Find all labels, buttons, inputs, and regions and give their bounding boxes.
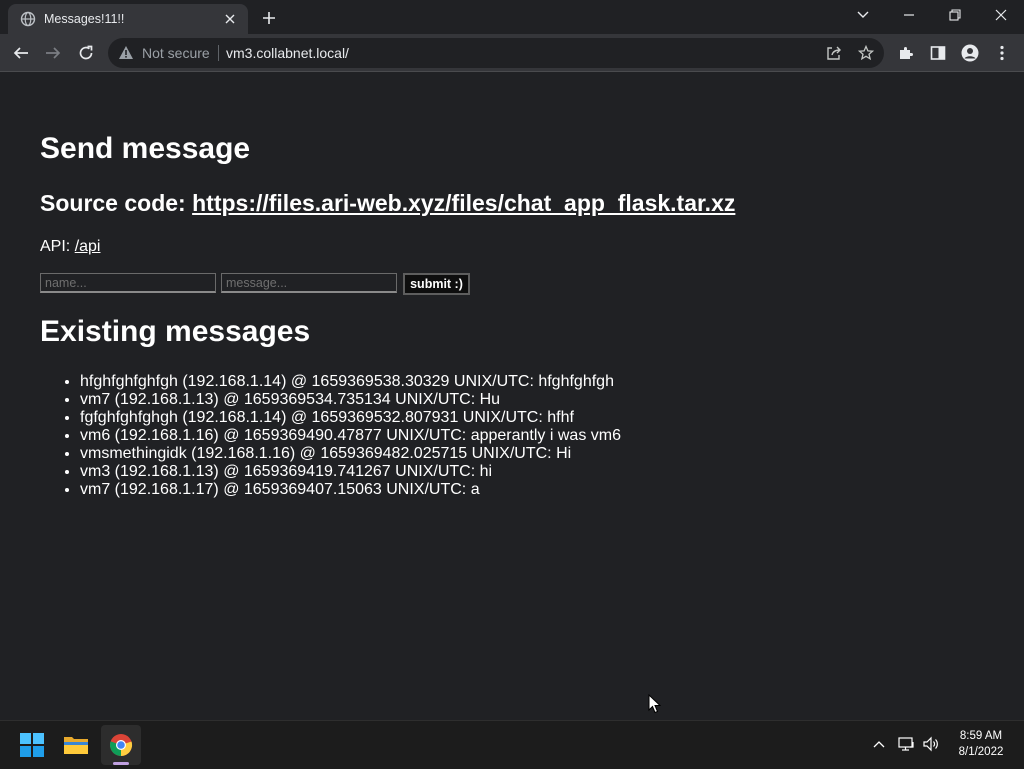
not-secure-label[interactable]: Not secure	[142, 45, 210, 61]
message-list: hfghfghfghfgh (192.168.1.14) @ 165936953…	[40, 373, 621, 499]
message-item: vm7 (192.168.1.17) @ 1659369407.15063 UN…	[80, 481, 621, 499]
clock-time: 8:59 AM	[959, 730, 1003, 742]
volume-icon[interactable]	[920, 733, 942, 755]
close-window-icon[interactable]	[978, 0, 1024, 30]
reload-icon[interactable]	[73, 40, 99, 66]
api-label: API:	[40, 238, 75, 255]
back-arrow-icon[interactable]	[8, 40, 34, 66]
close-tab-icon[interactable]	[222, 11, 238, 27]
side-panel-icon[interactable]	[925, 40, 951, 66]
source-code-heading: Source code: https://files.ari-web.xyz/f…	[40, 190, 735, 217]
message-input[interactable]	[221, 273, 397, 293]
bookmark-star-icon[interactable]	[856, 43, 876, 63]
address-bar[interactable]: Not secure vm3.collabnet.local/	[108, 38, 884, 68]
minimize-icon[interactable]	[886, 0, 932, 30]
message-item: vm3 (192.168.1.13) @ 1659369419.741267 U…	[80, 463, 621, 481]
menu-dots-icon[interactable]	[989, 40, 1015, 66]
tab-search-chevron-icon[interactable]	[840, 0, 886, 30]
name-input[interactable]	[40, 273, 216, 293]
browser-tab[interactable]: Messages!11!!	[8, 4, 248, 34]
message-item: vmsmethingidk (192.168.1.16) @ 165936948…	[80, 445, 621, 463]
browser-titlebar: Messages!11!!	[0, 0, 1024, 34]
message-item: vm6 (192.168.1.16) @ 1659369490.47877 UN…	[80, 427, 621, 445]
clock-date: 8/1/2022	[958, 746, 1004, 758]
tab-title: Messages!11!!	[44, 12, 125, 26]
mouse-cursor-icon	[648, 693, 662, 719]
network-icon[interactable]	[896, 733, 918, 755]
new-tab-icon[interactable]	[258, 7, 280, 29]
file-explorer-icon[interactable]	[56, 725, 96, 765]
system-clock[interactable]: 8:59 AM 8/1/2022	[946, 728, 1016, 760]
active-app-indicator	[113, 762, 129, 765]
share-icon[interactable]	[824, 43, 844, 63]
page-content: Send message Source code: https://files.…	[0, 72, 1024, 720]
extensions-puzzle-icon[interactable]	[893, 40, 919, 66]
send-message-heading: Send message	[40, 132, 251, 165]
omnibox-divider	[218, 45, 219, 61]
message-item: vm7 (192.168.1.13) @ 1659369534.735134 U…	[80, 391, 621, 409]
source-code-link[interactable]: https://files.ari-web.xyz/files/chat_app…	[192, 190, 735, 216]
message-item: hfghfghfghfgh (192.168.1.14) @ 165936953…	[80, 373, 621, 391]
warning-icon[interactable]	[118, 45, 134, 65]
tray-chevron-up-icon[interactable]	[868, 733, 890, 755]
api-line: API: /api	[40, 238, 100, 256]
api-link[interactable]: /api	[75, 238, 101, 255]
globe-icon	[20, 11, 36, 27]
profile-avatar-icon[interactable]	[957, 40, 983, 66]
url-text[interactable]: vm3.collabnet.local/	[226, 45, 349, 61]
submit-button[interactable]: submit :)	[403, 273, 470, 295]
chrome-icon[interactable]	[101, 725, 141, 765]
browser-toolbar: Not secure vm3.collabnet.local/	[0, 34, 1024, 72]
forward-arrow-icon[interactable]	[40, 40, 66, 66]
windows-start-icon[interactable]	[12, 725, 52, 765]
source-code-label: Source code:	[40, 190, 193, 216]
message-item: fgfghfghfghgh (192.168.1.14) @ 165936953…	[80, 409, 621, 427]
restore-icon[interactable]	[932, 0, 978, 30]
existing-messages-heading: Existing messages	[40, 315, 311, 348]
taskbar: 8:59 AM 8/1/2022	[0, 720, 1024, 769]
